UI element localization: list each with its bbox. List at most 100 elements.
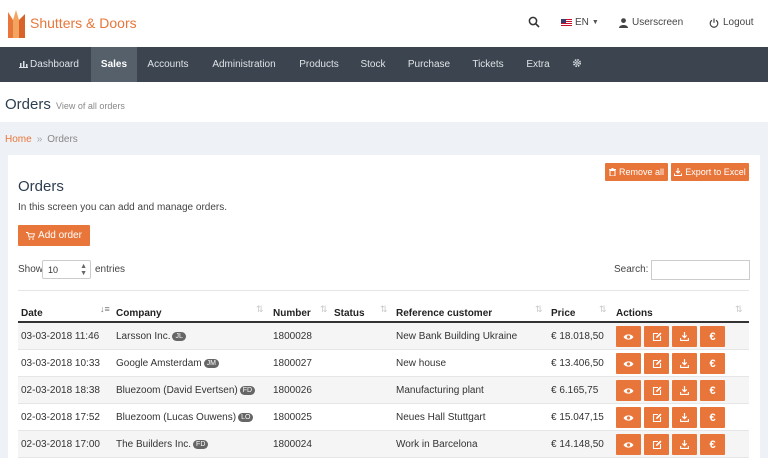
euro-icon: €	[709, 330, 716, 343]
eye-icon	[623, 387, 634, 395]
eye-action-button[interactable]	[616, 434, 641, 455]
breadcrumb-home[interactable]: Home	[5, 134, 32, 145]
nav-item-tickets[interactable]: Tickets	[465, 47, 511, 82]
download-icon	[680, 413, 689, 422]
column-header-price[interactable]: Price	[551, 308, 575, 319]
download-action-button[interactable]	[672, 407, 697, 428]
user-name: Userscreen	[632, 17, 684, 28]
nav-item-dashboard[interactable]: Dashboard	[8, 47, 90, 82]
euro-action-button[interactable]: €	[700, 326, 725, 347]
nav-label-accounts: Accounts	[147, 59, 189, 70]
column-header-status[interactable]: Status	[334, 308, 365, 319]
show-label: Show	[18, 264, 44, 275]
column-header-company[interactable]: Company	[116, 308, 162, 319]
company-name: The Builders Inc.	[116, 439, 192, 450]
download-action-button[interactable]	[672, 380, 697, 401]
export-excel-button[interactable]: Export to Excel	[671, 163, 749, 181]
euro-action-button[interactable]: €	[700, 380, 725, 401]
cell-price: € 13.406,50	[551, 358, 604, 369]
remove-all-button[interactable]: Remove all	[605, 163, 668, 181]
cell-company: Bluezoom (David Evertsen) FD	[116, 385, 256, 396]
nav-item-stock[interactable]: Stock	[353, 47, 393, 82]
nav-item-administration[interactable]: Administration	[203, 47, 285, 82]
cell-date: 03-03-2018 11:46	[21, 331, 100, 342]
user-menu[interactable]: Userscreen	[619, 17, 683, 28]
nav-item-settings[interactable]	[566, 47, 588, 82]
sort-icon[interactable]: ⇅	[599, 304, 607, 315]
contact-initials-badge: FD	[193, 440, 209, 449]
page-title: Orders	[5, 96, 51, 113]
table-row[interactable]: 02-03-2018 18:38 Bluezoom (David Evertsen…	[18, 377, 749, 404]
cell-reference: Manufacturing plant	[396, 385, 484, 396]
edit-icon	[652, 386, 662, 396]
eye-action-button[interactable]	[616, 353, 641, 374]
company-name: Bluezoom (David Evertsen)	[116, 385, 238, 396]
logout-button[interactable]: Logout	[709, 17, 754, 28]
search-icon[interactable]	[528, 16, 540, 28]
cell-reference: New Bank Building Ukraine	[396, 331, 518, 342]
column-header-number[interactable]: Number	[273, 308, 311, 319]
add-order-button[interactable]: Add order	[18, 225, 90, 246]
column-header-reference[interactable]: Reference customer	[396, 308, 492, 319]
euro-icon: €	[709, 411, 716, 424]
edit-action-button[interactable]	[644, 434, 669, 455]
contact-initials-badge: JL	[172, 332, 186, 341]
sort-icon[interactable]: ⇅	[380, 304, 388, 315]
download-icon	[680, 332, 689, 341]
cell-price: € 18.018,50	[551, 331, 604, 342]
download-action-button[interactable]	[672, 434, 697, 455]
table-top-border	[18, 290, 749, 291]
edit-action-button[interactable]	[644, 407, 669, 428]
search-input[interactable]	[651, 260, 750, 280]
language-selector[interactable]: EN ▼	[561, 17, 599, 28]
brand-name[interactable]: Shutters & Doors	[30, 15, 137, 31]
cell-number: 1800024	[273, 439, 312, 450]
sort-icon[interactable]: ⇅	[256, 304, 264, 315]
table-row[interactable]: 02-03-2018 17:00 The Builders Inc. FD 18000…	[18, 431, 749, 458]
sort-icon[interactable]: ⇅	[735, 304, 743, 315]
sort-icon[interactable]: ⇅	[535, 304, 543, 315]
nav-item-sales[interactable]: Sales	[91, 47, 137, 82]
nav-item-products[interactable]: Products	[292, 47, 346, 82]
nav-item-accounts[interactable]: Accounts	[140, 47, 196, 82]
sort-icon[interactable]: ⇅	[320, 304, 328, 315]
edit-action-button[interactable]	[644, 380, 669, 401]
euro-action-button[interactable]: €	[700, 353, 725, 374]
select-arrows-icon: ▲ ▼	[80, 263, 87, 277]
page-header: Orders View of all orders	[0, 82, 768, 122]
edit-action-button[interactable]	[644, 326, 669, 347]
table-row[interactable]: 03-03-2018 10:33 Google Amsterdam JM 180002…	[18, 350, 749, 377]
bar-chart-icon	[19, 61, 29, 68]
edit-action-button[interactable]	[644, 353, 669, 374]
column-header-date[interactable]: Date	[21, 308, 43, 319]
cell-date: 02-03-2018 18:38	[21, 385, 100, 396]
breadcrumb-current: Orders	[47, 134, 78, 145]
download-action-button[interactable]	[672, 353, 697, 374]
sort-desc-icon[interactable]: ↓≡	[100, 304, 110, 314]
download-icon	[680, 386, 689, 395]
euro-action-button[interactable]: €	[700, 407, 725, 428]
breadcrumb: Home » Orders	[5, 134, 78, 145]
company-name: Google Amsterdam	[116, 358, 202, 369]
gear-icon	[572, 58, 582, 68]
entries-select[interactable]: 10 ▲ ▼	[42, 260, 91, 279]
edit-icon	[652, 332, 662, 342]
eye-action-button[interactable]	[616, 407, 641, 428]
eye-action-button[interactable]	[616, 326, 641, 347]
nav-item-purchase[interactable]: Purchase	[401, 47, 457, 82]
nav-item-extra[interactable]: Extra	[519, 47, 557, 82]
download-icon	[680, 359, 689, 368]
nav-label-dashboard: Dashboard	[30, 59, 79, 70]
eye-action-button[interactable]	[616, 380, 641, 401]
eye-icon	[623, 441, 634, 449]
table-row[interactable]: 03-03-2018 11:46 Larsson Inc. JL 1800028 New…	[18, 323, 749, 350]
card-title: Orders	[18, 178, 64, 195]
edit-icon	[652, 359, 662, 369]
nav-label-purchase: Purchase	[407, 59, 451, 70]
download-icon	[674, 168, 683, 176]
euro-action-button[interactable]: €	[700, 434, 725, 455]
caret-down-icon: ▼	[591, 19, 599, 26]
download-action-button[interactable]	[672, 326, 697, 347]
euro-icon: €	[709, 357, 716, 370]
table-row[interactable]: 02-03-2018 17:52 Bluezoom (Lucas Ouwens) L…	[18, 404, 749, 431]
